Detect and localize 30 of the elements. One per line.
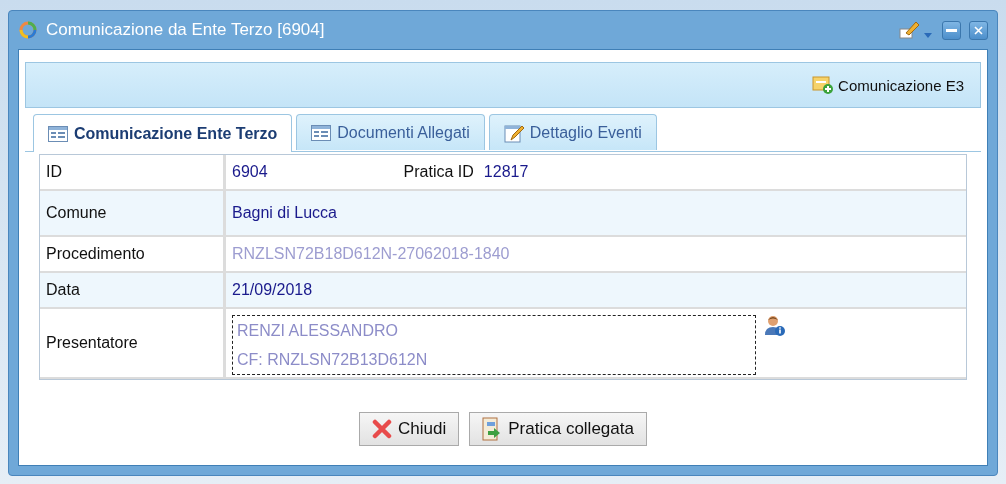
field-value: Bagni di Lucca: [232, 204, 337, 222]
close-icon: [974, 25, 983, 35]
toolbar-button[interactable]: Comunicazione E3: [810, 73, 966, 97]
minimize-button[interactable]: [942, 20, 961, 40]
field-label: Presentatore: [40, 309, 226, 379]
app-logo-icon: [18, 20, 38, 40]
presenter-line: CF: RNZLSN72B13D612N: [237, 350, 429, 369]
note-add-icon: [812, 75, 835, 95]
close-icon: [372, 419, 393, 439]
window-title: Comunicazione da Ente Terzo [6904]: [46, 20, 326, 40]
minimize-icon: [946, 28, 957, 32]
pencil-icon: [503, 122, 524, 143]
close-button[interactable]: [969, 20, 988, 40]
pratica-id-value: 12817: [483, 163, 529, 181]
field-label: Pratica ID: [403, 163, 474, 181]
linked-practice-button[interactable]: Pratica collegata: [469, 412, 647, 446]
person-info-icon[interactable]: [764, 315, 786, 337]
tab[interactable]: Documenti Allegati: [296, 114, 485, 150]
tab[interactable]: Comunicazione Ente Terzo: [33, 114, 293, 152]
list-icon: [311, 124, 332, 141]
tab[interactable]: Dettaglio Eventi: [488, 114, 657, 150]
presenter-line: RENZI ALESSANDRO: [237, 321, 399, 340]
id-value: 6904: [232, 163, 268, 181]
field-value: 21/09/2018: [232, 281, 313, 299]
list-icon: [48, 125, 68, 142]
field-label: Data: [40, 273, 226, 309]
brush-icon[interactable]: [898, 19, 934, 41]
close-dialog-button[interactable]: Chiudi: [359, 412, 460, 446]
field-label: Comune: [40, 191, 226, 237]
field-value: RNZLSN72B18D612N-27062018-1840: [232, 245, 510, 263]
